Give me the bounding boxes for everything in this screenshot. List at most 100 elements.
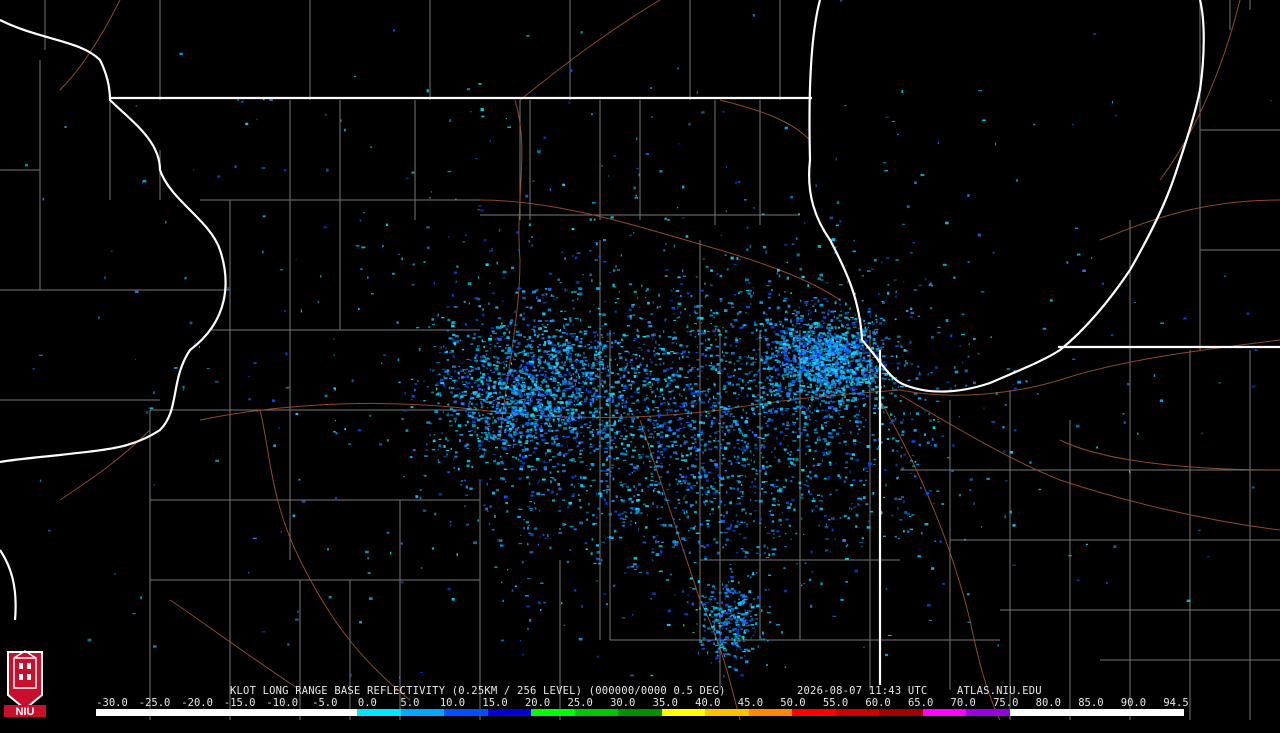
- echo-pixel: [807, 376, 811, 380]
- echo-pixel: [696, 346, 698, 348]
- echo-pixel: [563, 373, 568, 376]
- echo-pixel: [482, 355, 486, 357]
- echo-pixel: [852, 326, 857, 328]
- echo-pixel: [805, 465, 808, 468]
- echo-pixel: [700, 413, 703, 417]
- echo-pixel: [652, 422, 655, 425]
- echo-pixel: [653, 350, 655, 352]
- echo-pixel: [646, 335, 650, 338]
- echo-pixel: [709, 354, 713, 357]
- echo-pixel: [410, 406, 414, 409]
- echo-pixel: [412, 449, 416, 451]
- echo-pixel: [824, 526, 829, 529]
- echo-pixel: [578, 441, 582, 443]
- echo-pixel: [514, 390, 516, 392]
- echo-pixel: [583, 356, 587, 359]
- echo-pixel: [626, 379, 631, 382]
- echo-pixel: [516, 231, 519, 234]
- echo-pixel: [831, 429, 834, 432]
- echo-pixel: [674, 543, 677, 546]
- echo-pixel: [840, 373, 843, 376]
- echo-pixel: [563, 624, 566, 626]
- echo-pixel: [511, 382, 516, 384]
- echo-pixel: [763, 416, 766, 418]
- echo-pixel: [631, 565, 634, 568]
- echo-pixel: [667, 336, 672, 338]
- echo-pixel: [740, 439, 744, 442]
- echo-pixel: [498, 326, 502, 329]
- echo-pixel: [774, 382, 779, 386]
- echo-pixel: [544, 341, 547, 344]
- echo-pixel: [466, 382, 471, 385]
- echo-pixel: [466, 464, 470, 468]
- echo-pixel: [606, 474, 608, 476]
- echo-pixel: [651, 383, 653, 386]
- echo-pixel: [598, 562, 602, 565]
- echo-pixel: [588, 364, 590, 368]
- echo-pixel: [522, 409, 525, 412]
- echo-pixel: [593, 359, 598, 361]
- echo-pixel: [782, 397, 784, 399]
- echo-pixel: [601, 432, 606, 434]
- echo-pixel: [552, 418, 555, 422]
- echo-pixel: [635, 565, 639, 569]
- echo-pixel: [597, 333, 599, 337]
- echo-pixel: [483, 356, 486, 358]
- echo-pixel: [705, 338, 707, 342]
- echo-pixel: [692, 428, 695, 430]
- echo-pixel: [839, 336, 841, 338]
- echo-pixel: [693, 383, 698, 385]
- echo-pixel: [826, 415, 830, 417]
- echo-pixel: [515, 372, 518, 374]
- echo-pixel: [757, 413, 762, 415]
- echo-pixel: [767, 280, 772, 283]
- echo-pixel: [892, 387, 894, 390]
- echo-pixel: [826, 326, 829, 330]
- echo-pixel: [548, 366, 553, 370]
- echo-pixel: [731, 487, 736, 490]
- echo-pixel: [589, 382, 593, 385]
- echo-pixel: [831, 368, 836, 372]
- echo-pixel: [864, 326, 867, 330]
- echo-pixel: [930, 444, 932, 447]
- echo-pixel: [695, 532, 700, 534]
- echo-pixel: [854, 317, 858, 321]
- echo-pixel: [500, 386, 504, 390]
- echo-pixel: [617, 513, 621, 516]
- echo-pixel: [894, 394, 897, 398]
- echo-pixel: [428, 326, 431, 328]
- echo-pixel: [531, 357, 535, 361]
- echo-pixel: [474, 430, 476, 433]
- echo-pixel: [729, 413, 733, 415]
- echo-pixel: [788, 371, 793, 374]
- echo-pixel: [801, 468, 805, 472]
- echo-pixel: [797, 357, 800, 359]
- echo-pixel: [715, 338, 717, 341]
- echo-pixel: [411, 394, 415, 398]
- echo-pixel: [519, 394, 521, 397]
- echo-pixel: [547, 350, 551, 352]
- echo-pixel: [815, 326, 817, 328]
- echo-pixel: [631, 472, 633, 474]
- echo-pixel: [800, 375, 802, 379]
- echo-pixel: [631, 402, 636, 404]
- echo-pixel: [573, 379, 576, 382]
- echo-pixel: [829, 387, 834, 389]
- echo-pixel: [887, 428, 891, 431]
- echo-pixel: [843, 385, 845, 389]
- echo-pixel: [529, 402, 531, 404]
- echo-pixel: [502, 447, 507, 451]
- echo-pixel: [839, 303, 841, 306]
- echo-pixel: [443, 345, 445, 348]
- echo-pixel: [695, 403, 698, 405]
- echo-pixel: [595, 360, 600, 362]
- echo-pixel: [519, 534, 522, 536]
- echo-pixel: [605, 488, 610, 491]
- echo-pixel: [507, 324, 510, 328]
- echo-pixel: [619, 416, 623, 420]
- echo-pixel: [842, 539, 846, 542]
- echo-pixel: [460, 375, 464, 379]
- echo-pixel: [808, 578, 812, 582]
- echo-pixel: [813, 297, 818, 299]
- echo-pixel: [476, 378, 481, 381]
